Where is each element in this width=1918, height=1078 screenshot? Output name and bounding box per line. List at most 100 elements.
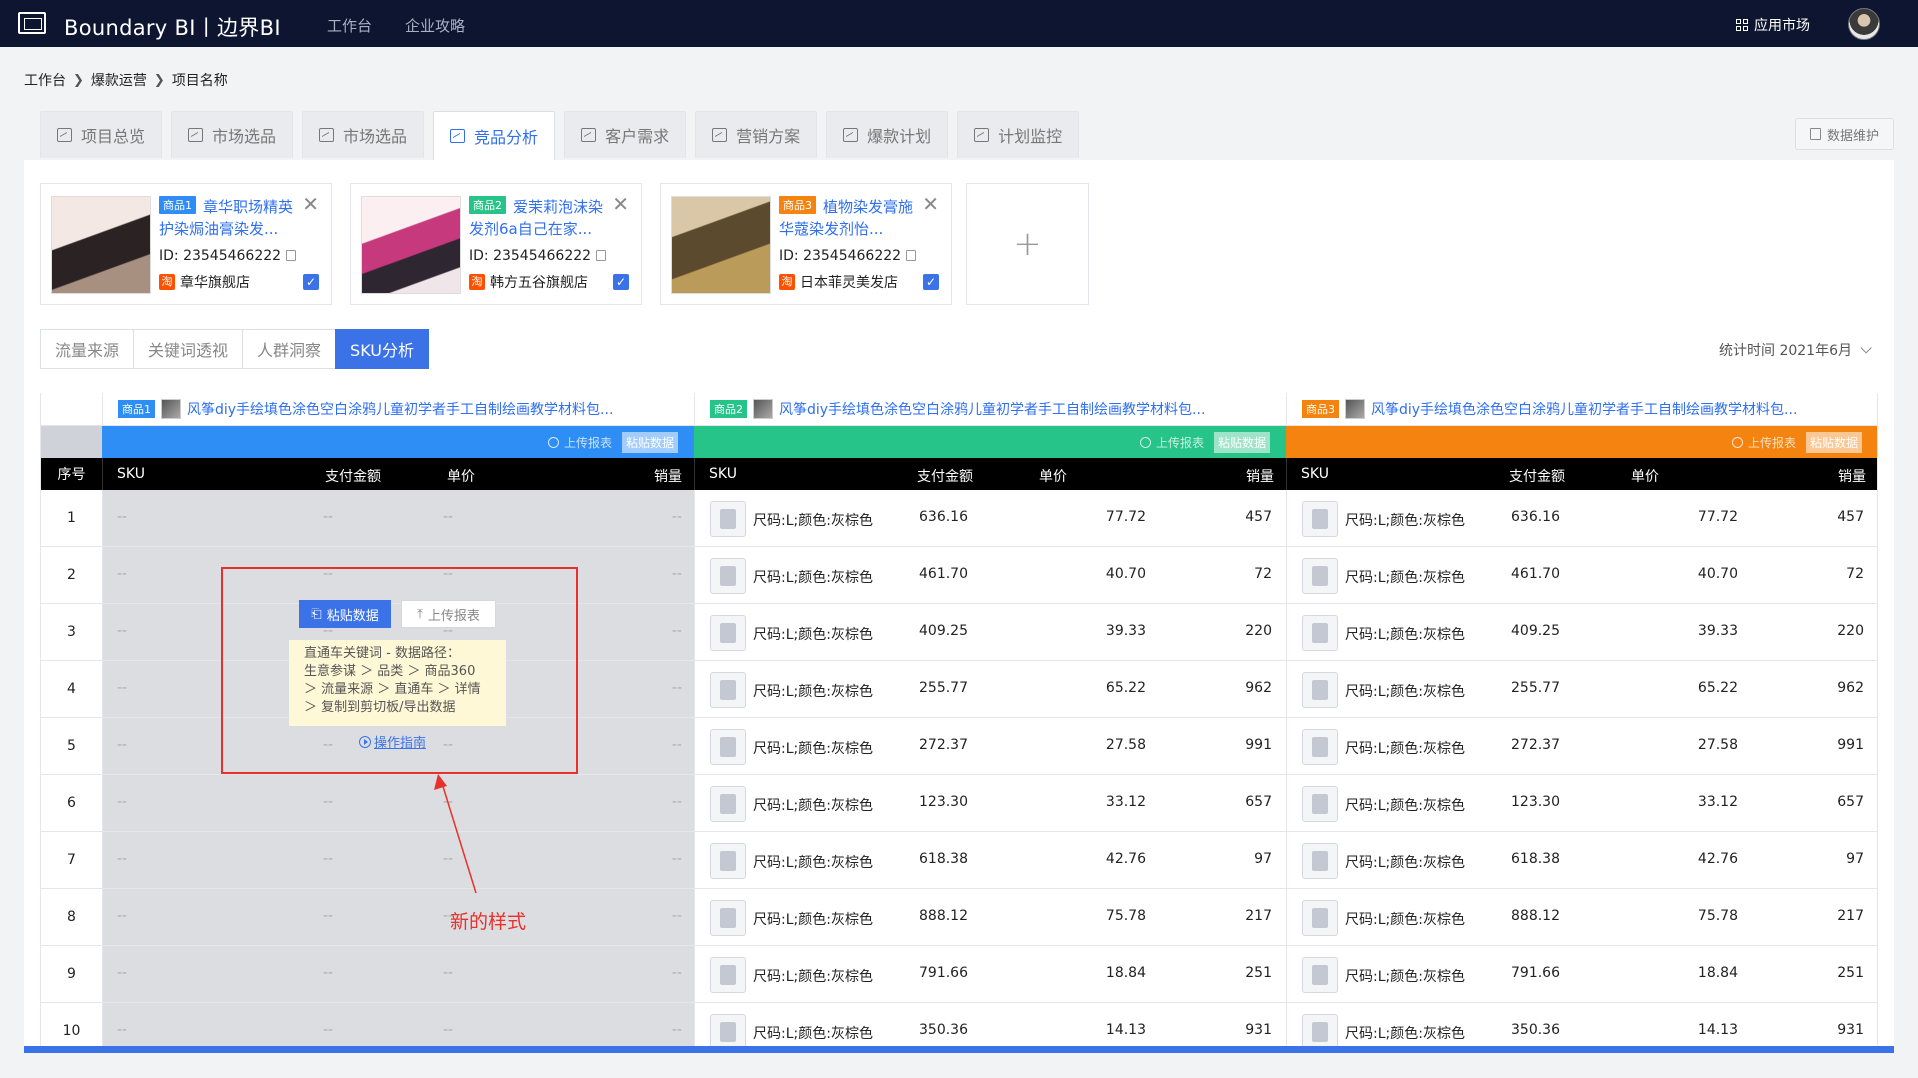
checkbox-checked-icon[interactable]: ✓ [613,274,629,290]
tab-7[interactable]: 爆款计划 [826,111,949,158]
breadcrumb: 工作台 ❯ 爆款运营 ❯ 项目名称 [24,70,228,90]
empty-cell: -- [671,566,682,582]
main-tabs: 项目总览 市场选品 市场选品 竞品分析 客户需求 营销方案 爆款计划 计划监控 [40,111,1080,160]
table-row: 尺码:L;颜色:灰棕色 272.37 27.58 991 [1286,718,1877,775]
sku-name: 尺码:L;颜色:灰棕色 [1345,1026,1465,1042]
info-icon [1139,436,1151,448]
unit-price: 75.78 [1697,908,1738,924]
tab-label: 市场选品 [212,127,277,146]
group-title[interactable]: 风筝diy手绘填色涂色空白涂鸦儿童初学者手工自制绘画教学材料包... [1371,399,1797,419]
tab-8[interactable]: 计划监控 [957,111,1080,158]
product-tag: 商品3 [779,196,816,214]
close-icon[interactable]: ✕ [922,192,939,216]
group-action-bar: 上传报表 粘贴数据 [1286,426,1877,458]
sales-volume: 931 [1837,1022,1864,1038]
payment-amount: 618.38 [1511,851,1560,867]
tab-4[interactable]: 竞品分析 [433,111,556,160]
paste-data-chip[interactable]: 粘贴数据 [1213,431,1270,453]
image-icon [712,128,728,142]
empty-cell: -- [117,566,128,582]
upload-report-text: 上传报表 [1155,435,1204,450]
product-image [51,196,151,294]
paste-data-chip[interactable]: 粘贴数据 [621,431,678,453]
sales-volume: 251 [1837,965,1864,981]
copy-icon[interactable] [596,250,607,261]
play-icon [359,735,371,748]
tip-line: 直通车关键词 - 数据路径： [304,646,460,661]
sku-name: 尺码:L;颜色:灰棕色 [1345,969,1465,985]
add-product-button[interactable]: + [966,183,1089,305]
copy-icon[interactable] [906,250,917,261]
tab-label: 市场选品 [343,127,408,146]
empty-cell: -- [671,1022,682,1038]
close-icon[interactable]: ✕ [302,192,319,216]
unit-price: 42.76 [1105,851,1146,867]
sku-image-placeholder [710,900,746,936]
subtab-1[interactable]: 流量来源 [40,329,134,369]
tab-label: 竞品分析 [474,128,539,147]
column-header: 支付金额 [1509,469,1565,485]
table-row: 尺码:L;颜色:灰棕色 791.66 18.84 251 [694,946,1286,1003]
data-maintenance-button[interactable]: 数据维护 [1794,118,1894,150]
tab-3[interactable]: 市场选品 [302,111,425,158]
table-row: 尺码:L;颜色:灰棕色 618.38 42.76 97 [694,832,1286,889]
sales-volume: 962 [1245,680,1272,696]
sku-name: 尺码:L;颜色:灰棕色 [1345,684,1465,700]
paste-data-button[interactable]: ⎗ 粘贴数据 [299,600,391,628]
tab-2[interactable]: 市场选品 [171,111,294,158]
top-navbar: Boundary BI丨边界BI 工作台 企业攻略 应用市场 [0,0,1918,47]
upload-report-link[interactable]: 上传报表 [1731,434,1796,451]
table-row: -------- [102,889,694,946]
unit-price: 77.72 [1105,509,1146,525]
checkbox-checked-icon[interactable]: ✓ [303,274,319,290]
subtab-2[interactable]: 关键词透视 [133,329,243,369]
copy-icon[interactable] [286,250,297,261]
operation-guide-link[interactable]: 操作指南 [359,732,426,751]
tab-5[interactable]: 客户需求 [564,111,687,158]
sku-name: 尺码:L;颜色:灰棕色 [753,684,873,700]
data-maintenance-label: 数据维护 [1826,128,1879,144]
horizontal-scrollbar[interactable] [24,1046,1894,1053]
sku-name: 尺码:L;颜色:灰棕色 [1345,627,1465,643]
table-row: 尺码:L;颜色:灰棕色 888.12 75.78 217 [694,889,1286,946]
sku-name: 尺码:L;颜色:灰棕色 [753,741,873,757]
avatar[interactable] [1848,8,1880,40]
tab-6[interactable]: 营销方案 [695,111,818,158]
sku-image-placeholder [710,729,746,765]
group-action-bar: 上传报表 粘贴数据 [102,426,694,458]
subtab-3[interactable]: 人群洞察 [242,329,336,369]
sku-image-placeholder [710,786,746,822]
sku-image-placeholder [1302,957,1338,993]
info-icon [547,436,559,448]
payment-amount: 461.70 [919,566,968,582]
seq-blank [41,426,102,458]
paste-data-chip[interactable]: 粘贴数据 [1805,431,1862,453]
breadcrumb-item[interactable]: 爆款运营 [91,70,147,90]
upload-report-button[interactable]: ⤒ 上传报表 [401,600,496,628]
nav-enterprise-guide[interactable]: 企业攻略 [405,15,465,36]
tab-1[interactable]: 项目总览 [40,111,163,158]
subtab-4[interactable]: SKU分析 [335,329,429,369]
empty-cell: -- [443,851,454,867]
group-title[interactable]: 风筝diy手绘填色涂色空白涂鸦儿童初学者手工自制绘画教学材料包... [187,399,613,419]
close-icon[interactable]: ✕ [612,192,629,216]
group-title[interactable]: 风筝diy手绘填色涂色空白涂鸦儿童初学者手工自制绘画教学材料包... [779,399,1205,419]
upload-report-link[interactable]: 上传报表 [1139,434,1204,451]
column-header: SKU [1301,466,1329,482]
sales-volume: 991 [1245,737,1272,753]
product-id-text: ID: 23545466222 [159,248,282,264]
unit-price: 18.84 [1105,965,1146,981]
stat-time-select[interactable]: 统计时间 2021年6月 [1719,340,1872,360]
checkbox-checked-icon[interactable]: ✓ [923,274,939,290]
breadcrumb-item[interactable]: 工作台 [24,70,66,90]
tip-line: ＞ 复制到剪切板/导出数据 [304,700,456,715]
product-tag: 商品1 [159,196,196,214]
app-market-link[interactable]: 应用市场 [1736,15,1810,35]
table-row: 尺码:L;颜色:灰棕色 255.77 65.22 962 [1286,661,1877,718]
upload-report-link[interactable]: 上传报表 [547,434,612,451]
nav-workbench[interactable]: 工作台 [327,15,372,36]
payment-amount: 255.77 [1511,680,1560,696]
unit-price: 33.12 [1105,794,1146,810]
unit-price: 40.70 [1697,566,1738,582]
unit-price: 39.33 [1105,623,1146,639]
